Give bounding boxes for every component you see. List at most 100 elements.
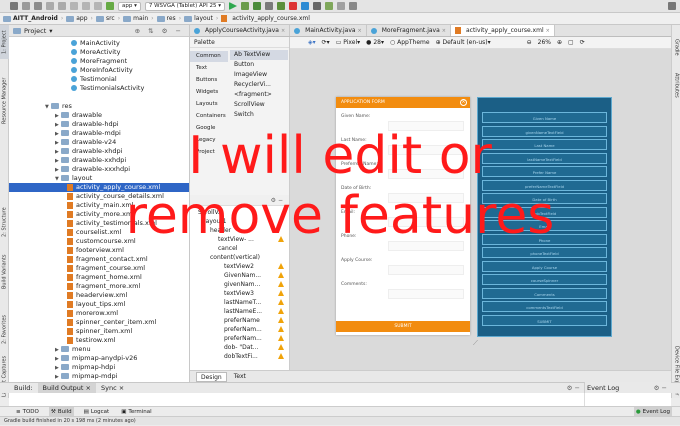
side-tab-build-variants[interactable]: Build Variants [0, 250, 9, 294]
folder-item[interactable]: ▶ mipmap-hdpi [9, 363, 189, 372]
side-tab-favorites[interactable]: 2: Favorites [0, 307, 9, 351]
warning-icon[interactable] [278, 353, 284, 359]
folder-item[interactable]: ▶ menu [9, 345, 189, 354]
tab-sync[interactable]: Sync × [96, 383, 129, 393]
tab-event-log[interactable]: ● Event Log [633, 407, 672, 416]
warning-icon[interactable] [278, 344, 284, 350]
palette-category[interactable]: Containers [190, 111, 228, 122]
component-tree-row[interactable]: textView3 [224, 289, 286, 298]
side-tab-attributes[interactable]: Attributes [672, 65, 680, 105]
project-view-select[interactable]: Project [24, 27, 46, 35]
warning-icon[interactable] [278, 326, 284, 332]
folder-item[interactable]: ▶ drawable [9, 111, 189, 120]
palette-item[interactable]: ImageView [230, 70, 267, 80]
locale-menu[interactable]: ⊕ Default (en-us)▾ [436, 39, 491, 46]
xml-file-item[interactable]: morerow.xml [9, 309, 189, 318]
close-icon[interactable]: × [460, 99, 467, 106]
panel-actions-icon[interactable]: ⊕ ⇅ ⚙ − [135, 27, 184, 35]
submit-button[interactable]: SUBMIT [336, 321, 470, 332]
palette-category[interactable]: Layouts [190, 99, 228, 110]
palette-item[interactable]: Button [230, 60, 254, 70]
settings-icon[interactable]: ⚙ − [567, 384, 580, 392]
xml-file-item[interactable]: spinner_item.xml [9, 327, 189, 336]
xml-file-item[interactable]: fragment_course.xml [9, 264, 189, 273]
palette-item[interactable]: RecyclerVi... [230, 80, 271, 90]
tab-terminal[interactable]: ▣ Terminal [119, 407, 153, 416]
component-tree-row[interactable]: preferNam... [224, 325, 286, 334]
editor-tab[interactable]: MainActivity.java × [290, 25, 367, 36]
device-select[interactable]: 7 WSVGA (Tablet) API 25 ▾ [144, 1, 225, 11]
palette-category[interactable]: Common [190, 51, 228, 62]
xml-file-item[interactable]: layout_tips.xml [9, 300, 189, 309]
class-item[interactable]: MoreInfoActivity [9, 66, 189, 75]
side-tab-project[interactable]: 1: Project [0, 25, 9, 59]
tab-text[interactable]: Text [230, 372, 250, 382]
layout-inspector-icon[interactable] [336, 2, 345, 10]
breadcrumb-src[interactable]: src [95, 15, 115, 22]
attach-icon[interactable] [276, 2, 285, 10]
component-tree-row[interactable]: content(vertical) [210, 253, 286, 262]
orientation-icon[interactable]: ⟳▾ [322, 39, 330, 46]
debug-icon[interactable] [252, 2, 261, 10]
breadcrumb-project[interactable]: AITT_Android [3, 15, 58, 22]
zoom-in-icon[interactable]: ⊕ [557, 39, 562, 46]
breadcrumb-main[interactable]: main [123, 15, 148, 22]
component-tree-row[interactable]: lastNameE... [224, 307, 286, 316]
component-tree-row[interactable]: lastNameT... [224, 298, 286, 307]
undo-icon[interactable] [46, 2, 54, 10]
warning-icon[interactable] [278, 281, 284, 287]
folder-item[interactable]: ▶ mipmap-anydpi-v26 [9, 354, 189, 363]
editor-tab[interactable]: MoreFragment.java × [367, 25, 451, 36]
palette-item[interactable]: <fragment> [230, 90, 272, 100]
palette-item[interactable]: Ab TextView [230, 50, 288, 60]
tab-design[interactable]: Design [196, 371, 227, 382]
palette-category[interactable]: Text [190, 63, 228, 74]
tab-build[interactable]: ⚒ Build [48, 407, 74, 416]
xml-file-item[interactable]: fragment_more.xml [9, 282, 189, 291]
stop-icon[interactable] [288, 2, 297, 10]
gradle-sync-icon[interactable] [324, 2, 333, 10]
component-tree-row[interactable]: preferNam... [224, 334, 286, 343]
apply-changes-icon[interactable] [240, 2, 249, 10]
refresh-icon[interactable]: ⟳ [580, 39, 585, 46]
class-item[interactable]: Testimonial [9, 75, 189, 84]
folder-item[interactable]: ▼ res [9, 102, 189, 111]
resize-handle-icon[interactable]: ⟋ [473, 339, 483, 349]
save-icon[interactable] [22, 2, 30, 10]
zoom-fit-icon[interactable]: ▢ [568, 39, 574, 46]
copy-icon[interactable] [82, 2, 90, 10]
folder-item[interactable]: ▶ mipmap-mdpi [9, 372, 189, 381]
editor-tab[interactable]: activity_apply_course.xml × [450, 25, 555, 36]
breadcrumb-app[interactable]: app [66, 15, 88, 22]
project-structure-icon[interactable] [348, 2, 357, 10]
warning-icon[interactable] [278, 335, 284, 341]
component-tree-row[interactable]: preferName [224, 316, 286, 325]
zoom-out-icon[interactable]: ⊖ [527, 39, 532, 46]
avd-icon[interactable] [312, 2, 321, 10]
breadcrumb-res[interactable]: res [156, 15, 176, 22]
api-menu[interactable]: ● 28▾ [366, 39, 384, 46]
close-icon[interactable]: × [442, 28, 446, 34]
folder-icon[interactable] [10, 2, 18, 10]
editor-tab[interactable]: ApplyCourseActivity.java × [190, 25, 291, 36]
palette-category[interactable]: Buttons [190, 75, 228, 86]
component-tree-row[interactable]: dobTextFi... [224, 352, 286, 361]
warning-icon[interactable] [278, 263, 284, 269]
warning-icon[interactable] [278, 290, 284, 296]
form-field-input[interactable] [388, 289, 464, 299]
close-icon[interactable]: × [546, 28, 550, 34]
profile-icon[interactable] [264, 2, 273, 10]
warning-icon[interactable] [278, 299, 284, 305]
settings-icon[interactable]: ⚙ − [654, 384, 667, 392]
class-item[interactable]: MoreFragment [9, 57, 189, 66]
side-tab-gradle[interactable]: Gradle [672, 33, 680, 61]
sync-icon[interactable] [34, 2, 42, 10]
cut-icon[interactable] [70, 2, 78, 10]
layers-icon[interactable]: ◈▾ [308, 39, 316, 46]
palette-item[interactable]: ScrollView [230, 100, 265, 110]
component-tree-row[interactable]: dob- "Dat... [224, 343, 286, 352]
app-config-select[interactable]: app ▾ [118, 1, 141, 11]
run-icon[interactable] [228, 2, 237, 10]
warning-icon[interactable] [278, 317, 284, 323]
sdk-icon[interactable] [300, 2, 309, 10]
